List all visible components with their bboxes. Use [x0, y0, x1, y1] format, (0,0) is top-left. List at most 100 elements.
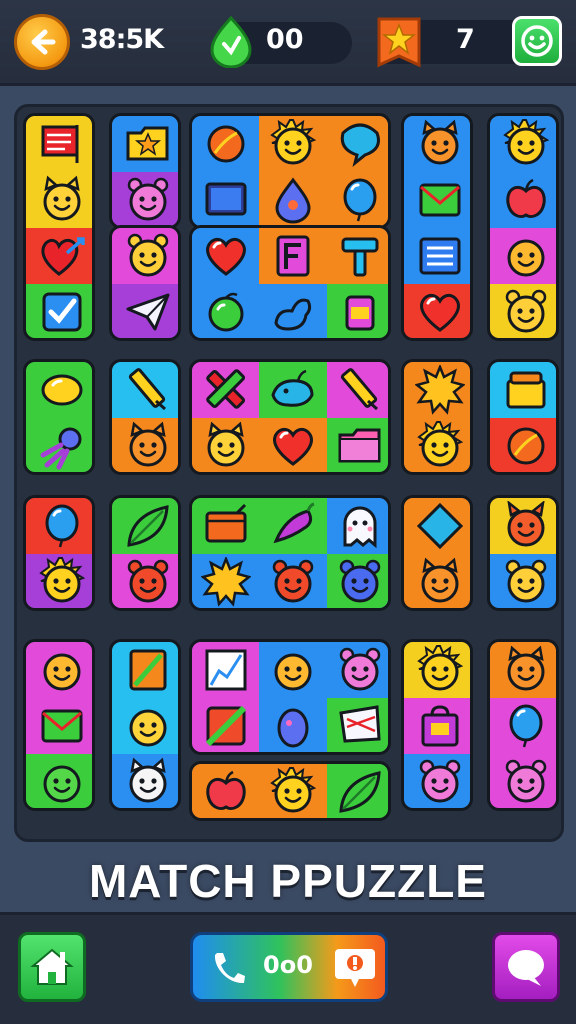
- back-button[interactable]: [14, 14, 70, 70]
- tile-cell[interactable]: [404, 698, 470, 754]
- tile-cell[interactable]: [26, 228, 92, 284]
- tile-cell[interactable]: [404, 554, 470, 608]
- tile-c1-r2[interactable]: [23, 359, 95, 475]
- tile-cell[interactable]: [192, 764, 260, 818]
- tile-cell[interactable]: [490, 116, 556, 172]
- tile-c2-r1b[interactable]: [109, 225, 181, 341]
- chat-button[interactable]: [492, 932, 560, 1002]
- tile-cell[interactable]: [26, 284, 92, 338]
- tile-cell[interactable]: [112, 418, 178, 472]
- tile-cell[interactable]: [490, 172, 556, 228]
- tile-c4-r3[interactable]: [401, 495, 473, 611]
- tile-c3-r1a[interactable]: [189, 113, 391, 229]
- tile-cell[interactable]: [326, 228, 388, 284]
- tile-cell[interactable]: [326, 172, 388, 226]
- tile-cell[interactable]: [26, 116, 92, 172]
- tile-cell[interactable]: [259, 228, 327, 284]
- tile-cell[interactable]: [192, 172, 260, 226]
- tile-cell[interactable]: [259, 554, 327, 608]
- tile-cell[interactable]: [259, 172, 327, 226]
- tile-cell[interactable]: [326, 116, 388, 172]
- tile-cell[interactable]: [490, 498, 556, 554]
- tile-cell[interactable]: [192, 284, 260, 338]
- tile-c5-r4[interactable]: [487, 639, 559, 811]
- tile-cell[interactable]: [404, 418, 470, 472]
- tile-cell[interactable]: [326, 498, 388, 554]
- tile-cell[interactable]: [112, 642, 178, 698]
- tile-cell[interactable]: [490, 284, 556, 338]
- tile-c3-r4a[interactable]: [189, 639, 391, 755]
- tile-c2-r3[interactable]: [109, 495, 181, 611]
- tile-cell[interactable]: [259, 362, 327, 418]
- tile-c3-r2[interactable]: [189, 359, 391, 475]
- tile-cell[interactable]: [192, 362, 260, 418]
- tile-cell[interactable]: [259, 116, 327, 172]
- tile-cell[interactable]: [490, 362, 556, 418]
- tile-cell[interactable]: [490, 554, 556, 608]
- tile-cell[interactable]: [192, 228, 260, 284]
- tile-cell[interactable]: [112, 698, 178, 754]
- tile-cell[interactable]: [490, 642, 556, 698]
- tile-cell[interactable]: [26, 698, 92, 754]
- tile-cell[interactable]: [259, 642, 327, 698]
- tile-c5-r1[interactable]: [487, 113, 559, 341]
- tile-cell[interactable]: [326, 642, 388, 698]
- tile-c2-r2[interactable]: [109, 359, 181, 475]
- call-bar[interactable]: 0o0: [190, 932, 388, 1002]
- tile-cell[interactable]: [404, 116, 470, 172]
- tile-cell[interactable]: [404, 642, 470, 698]
- tile-cell[interactable]: [404, 284, 470, 338]
- tile-cell[interactable]: [326, 362, 388, 418]
- tile-cell[interactable]: [26, 172, 92, 228]
- tile-cell[interactable]: [26, 418, 92, 472]
- tile-cell[interactable]: [192, 498, 260, 554]
- tile-c4-r2[interactable]: [401, 359, 473, 475]
- tile-cell[interactable]: [326, 698, 388, 752]
- tile-cell[interactable]: [259, 764, 327, 818]
- tile-c3-r4b[interactable]: [189, 761, 391, 821]
- tile-cell[interactable]: [192, 554, 260, 608]
- tile-cell[interactable]: [326, 418, 388, 472]
- tile-cell[interactable]: [490, 228, 556, 284]
- tile-c2-r4[interactable]: [109, 639, 181, 811]
- tile-c5-r2[interactable]: [487, 359, 559, 475]
- tile-cell[interactable]: [259, 418, 327, 472]
- tile-cell[interactable]: [490, 418, 556, 472]
- home-button[interactable]: [18, 932, 86, 1002]
- tile-cell[interactable]: [192, 116, 260, 172]
- tile-cell[interactable]: [259, 698, 327, 752]
- tile-c1-r4[interactable]: [23, 639, 95, 811]
- tile-c3-r3[interactable]: [189, 495, 391, 611]
- tile-cell[interactable]: [112, 172, 178, 226]
- alert-badge-icon[interactable]: [333, 945, 377, 991]
- tile-cell[interactable]: [490, 754, 556, 808]
- tile-cell[interactable]: [192, 642, 260, 698]
- tile-c2-r1a[interactable]: [109, 113, 181, 229]
- tile-c4-r1[interactable]: [401, 113, 473, 341]
- tile-c1-r1[interactable]: [23, 113, 95, 341]
- tile-cell[interactable]: [259, 284, 327, 338]
- tile-cell[interactable]: [404, 498, 470, 554]
- tile-c1-r3[interactable]: [23, 495, 95, 611]
- tile-cell[interactable]: [26, 362, 92, 418]
- tile-cell[interactable]: [490, 698, 556, 754]
- tile-cell[interactable]: [112, 554, 178, 608]
- tile-cell[interactable]: [112, 498, 178, 554]
- tile-cell[interactable]: [112, 362, 178, 418]
- tile-cell[interactable]: [26, 642, 92, 698]
- tile-cell[interactable]: [404, 362, 470, 418]
- tile-cell[interactable]: [326, 764, 388, 818]
- tile-cell[interactable]: [404, 172, 470, 228]
- tile-cell[interactable]: [26, 554, 92, 608]
- tile-cell[interactable]: [26, 498, 92, 554]
- tile-cell[interactable]: [259, 498, 327, 554]
- tile-cell[interactable]: [404, 754, 470, 808]
- profile-button[interactable]: [512, 16, 562, 66]
- tile-c4-r4[interactable]: [401, 639, 473, 811]
- tile-cell[interactable]: [26, 754, 92, 808]
- tile-cell[interactable]: [112, 228, 178, 284]
- tile-cell[interactable]: [112, 284, 178, 338]
- tile-cell[interactable]: [326, 284, 388, 338]
- tile-c3-r1b[interactable]: [189, 225, 391, 341]
- tile-c5-r3[interactable]: [487, 495, 559, 611]
